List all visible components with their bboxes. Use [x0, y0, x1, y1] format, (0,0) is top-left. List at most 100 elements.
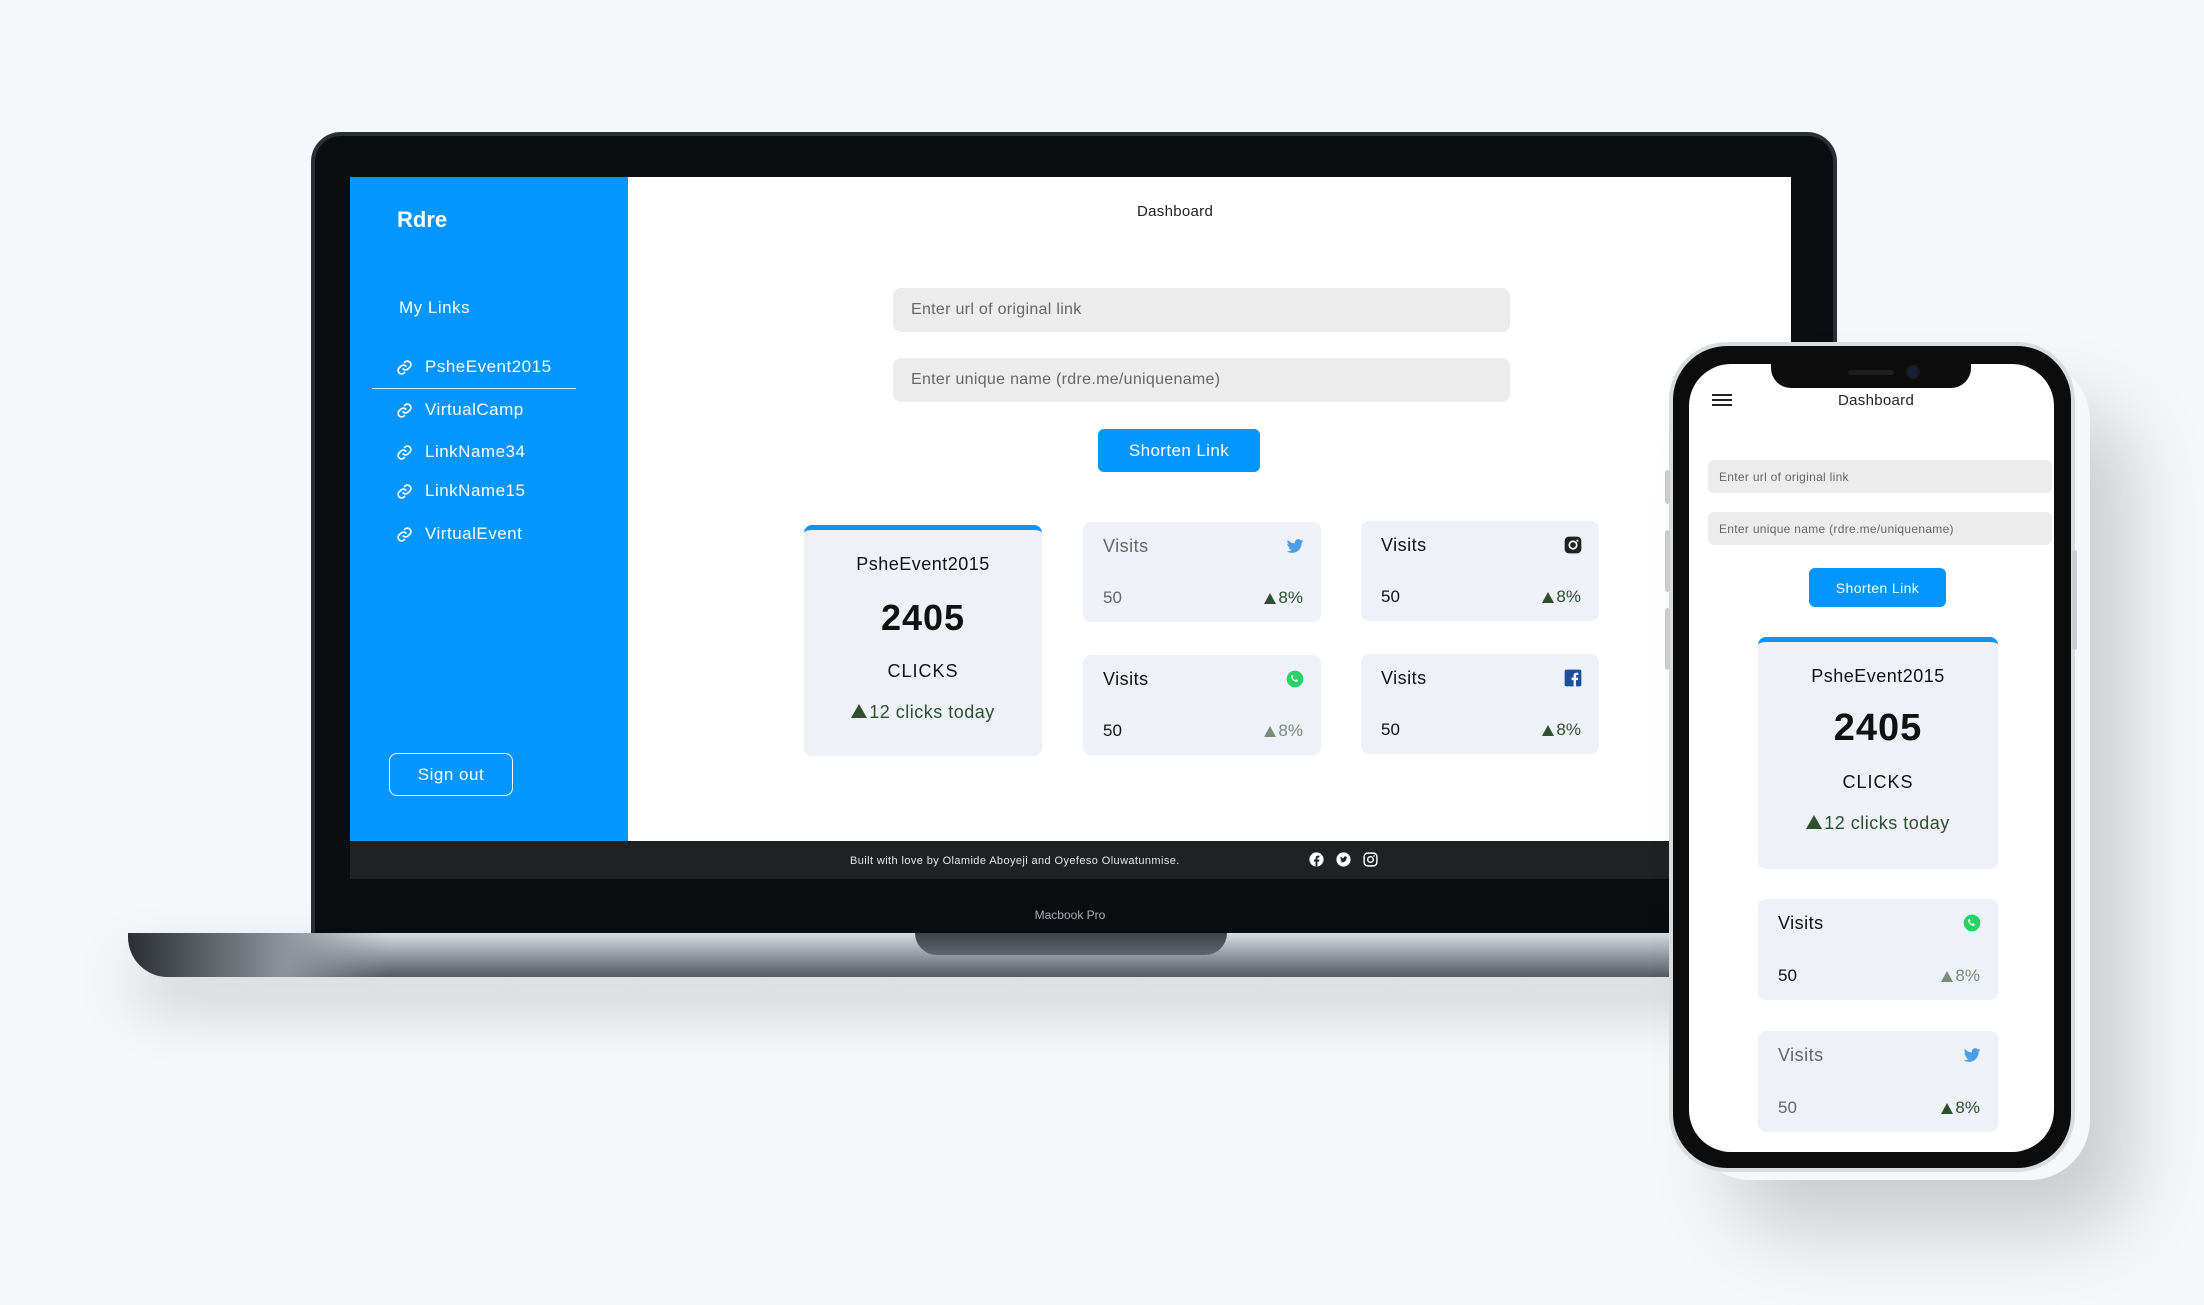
link-icon — [397, 526, 412, 542]
visits-card-facebook[interactable]: Visits 50 8% — [1361, 654, 1599, 754]
phone-notch — [1771, 364, 1971, 388]
trend-up-icon — [1941, 1102, 1954, 1114]
visits-change: 8% — [1542, 587, 1581, 607]
visits-value: 50 — [1103, 721, 1122, 740]
trend-up-icon — [1264, 592, 1277, 604]
shorten-link-button[interactable]: Shorten Link — [1809, 568, 1946, 607]
unique-name-input[interactable]: Enter unique name (rdre.me/uniquename) — [1708, 512, 2052, 545]
visits-card-whatsapp[interactable]: Visits 50 8% — [1083, 655, 1321, 755]
clicks-today-text: 12 clicks today — [869, 702, 995, 722]
visits-change-text: 8% — [1955, 966, 1980, 985]
sidebar-item-virtualevent[interactable]: VirtualEvent — [396, 524, 522, 544]
visits-card-instagram[interactable]: Visits 50 8% — [1361, 521, 1599, 621]
twitter-icon[interactable] — [1335, 851, 1352, 868]
card-link-name: PsheEvent2015 — [1811, 666, 1945, 686]
visits-label: Visits — [1778, 1045, 1824, 1065]
visits-value: 50 — [1381, 587, 1400, 606]
laptop-hinge — [915, 933, 1227, 955]
brand-logo[interactable]: Rdre — [397, 207, 447, 233]
visits-label: Visits — [1381, 535, 1427, 555]
visits-value: 50 — [1103, 588, 1122, 607]
link-icon — [397, 483, 412, 499]
original-url-input[interactable]: Enter url of original link — [1708, 460, 2052, 493]
link-icon — [397, 402, 412, 418]
whatsapp-icon — [1286, 670, 1304, 688]
phone-side-button — [1665, 608, 1670, 670]
clicks-today-text: 12 clicks today — [1824, 813, 1950, 833]
visits-value: 50 — [1381, 720, 1400, 739]
link-stats-card[interactable]: PsheEvent2015 2405 CLICKS 12 clicks toda… — [804, 525, 1042, 756]
twitter-icon — [1963, 1048, 1981, 1062]
twitter-icon — [1286, 539, 1304, 553]
visits-label: Visits — [1103, 669, 1149, 689]
visits-change: 8% — [1941, 1098, 1980, 1118]
phone-side-button — [1665, 530, 1670, 592]
laptop-screen: Rdre My Links PsheEvent2015 VirtualCamp … — [350, 177, 1791, 879]
sidebar-item-label: VirtualCamp — [425, 400, 524, 419]
shorten-link-button[interactable]: Shorten Link — [1098, 429, 1260, 472]
visits-change-text: 8% — [1278, 588, 1303, 607]
phone-side-button — [1665, 470, 1670, 504]
clicks-count: 2405 — [1833, 707, 1923, 749]
device-label: Macbook Pro — [1034, 908, 1106, 922]
visits-change: 8% — [1264, 721, 1303, 741]
whatsapp-icon — [1963, 914, 1981, 932]
visits-change-text: 8% — [1278, 721, 1303, 740]
trend-up-icon — [1542, 724, 1555, 736]
visits-label: Visits — [1103, 536, 1149, 556]
link-stats-card[interactable]: PsheEvent2015 2405 CLICKS 12 clicks toda… — [1758, 637, 1998, 869]
sidebar-item-label: LinkName34 — [425, 442, 526, 461]
visits-card-twitter[interactable]: Visits 50 8% — [1758, 1031, 1998, 1132]
sidebar-item-virtualcamp[interactable]: VirtualCamp — [396, 400, 524, 420]
instagram-icon — [1564, 536, 1582, 554]
visits-change: 8% — [1264, 588, 1303, 608]
unique-name-input[interactable]: Enter unique name (rdre.me/uniquename) — [893, 358, 1510, 402]
link-icon — [397, 444, 412, 460]
sidebar-item-label: PsheEvent2015 — [425, 357, 552, 376]
visits-card-whatsapp[interactable]: Visits 50 8% — [1758, 899, 1998, 1000]
phone-speaker — [1848, 370, 1894, 375]
clicks-today: 12 clicks today — [1758, 813, 1998, 834]
trend-up-icon — [1264, 725, 1277, 737]
phone-camera — [1906, 365, 1920, 379]
link-icon — [397, 359, 412, 375]
visits-change-text: 8% — [1955, 1098, 1980, 1117]
card-link-name: PsheEvent2015 — [856, 554, 990, 574]
footer-credits: Built with love by Olamide Aboyeji and O… — [850, 855, 1180, 867]
visits-label: Visits — [1778, 913, 1824, 933]
instagram-icon[interactable] — [1362, 851, 1379, 868]
visits-card-twitter[interactable]: Visits 50 8% — [1083, 522, 1321, 622]
sidebar-item-psheevent2015[interactable]: PsheEvent2015 — [372, 357, 576, 389]
trend-up-icon — [1806, 815, 1823, 829]
sign-out-button[interactable]: Sign out — [389, 753, 513, 796]
visits-change-text: 8% — [1556, 720, 1581, 739]
sidebar-section-title: My Links — [399, 298, 471, 317]
visits-change-text: 8% — [1556, 587, 1581, 606]
menu-icon[interactable] — [1712, 394, 1732, 409]
clicks-label: CLICKS — [1842, 772, 1914, 792]
footer-social-links — [1308, 851, 1379, 868]
original-url-input[interactable]: Enter url of original link — [893, 288, 1510, 332]
trend-up-icon — [1542, 591, 1555, 603]
sidebar-item-label: LinkName15 — [425, 481, 526, 500]
trend-up-icon — [1941, 970, 1954, 982]
sidebar-item-linkname15[interactable]: LinkName15 — [396, 481, 525, 501]
visits-change: 8% — [1941, 966, 1980, 986]
clicks-label: CLICKS — [887, 661, 959, 681]
clicks-count: 2405 — [880, 597, 966, 638]
page-title: Dashboard — [1838, 392, 1915, 409]
page-title: Dashboard — [1137, 203, 1214, 220]
clicks-today: 12 clicks today — [804, 702, 1042, 723]
visits-change: 8% — [1542, 720, 1581, 740]
trend-up-icon — [851, 704, 868, 718]
visits-value: 50 — [1778, 1098, 1797, 1117]
visits-label: Visits — [1381, 668, 1427, 688]
facebook-icon[interactable] — [1308, 851, 1325, 868]
footer: Built with love by Olamide Aboyeji and O… — [350, 841, 1791, 879]
sidebar-item-label: VirtualEvent — [425, 524, 523, 543]
phone-power-button — [2072, 550, 2077, 650]
phone-screen: Dashboard Enter url of original link Ent… — [1689, 364, 2054, 1152]
visits-value: 50 — [1778, 966, 1797, 985]
sidebar-item-linkname34[interactable]: LinkName34 — [396, 442, 525, 462]
sidebar: Rdre My Links PsheEvent2015 VirtualCamp … — [350, 177, 628, 841]
